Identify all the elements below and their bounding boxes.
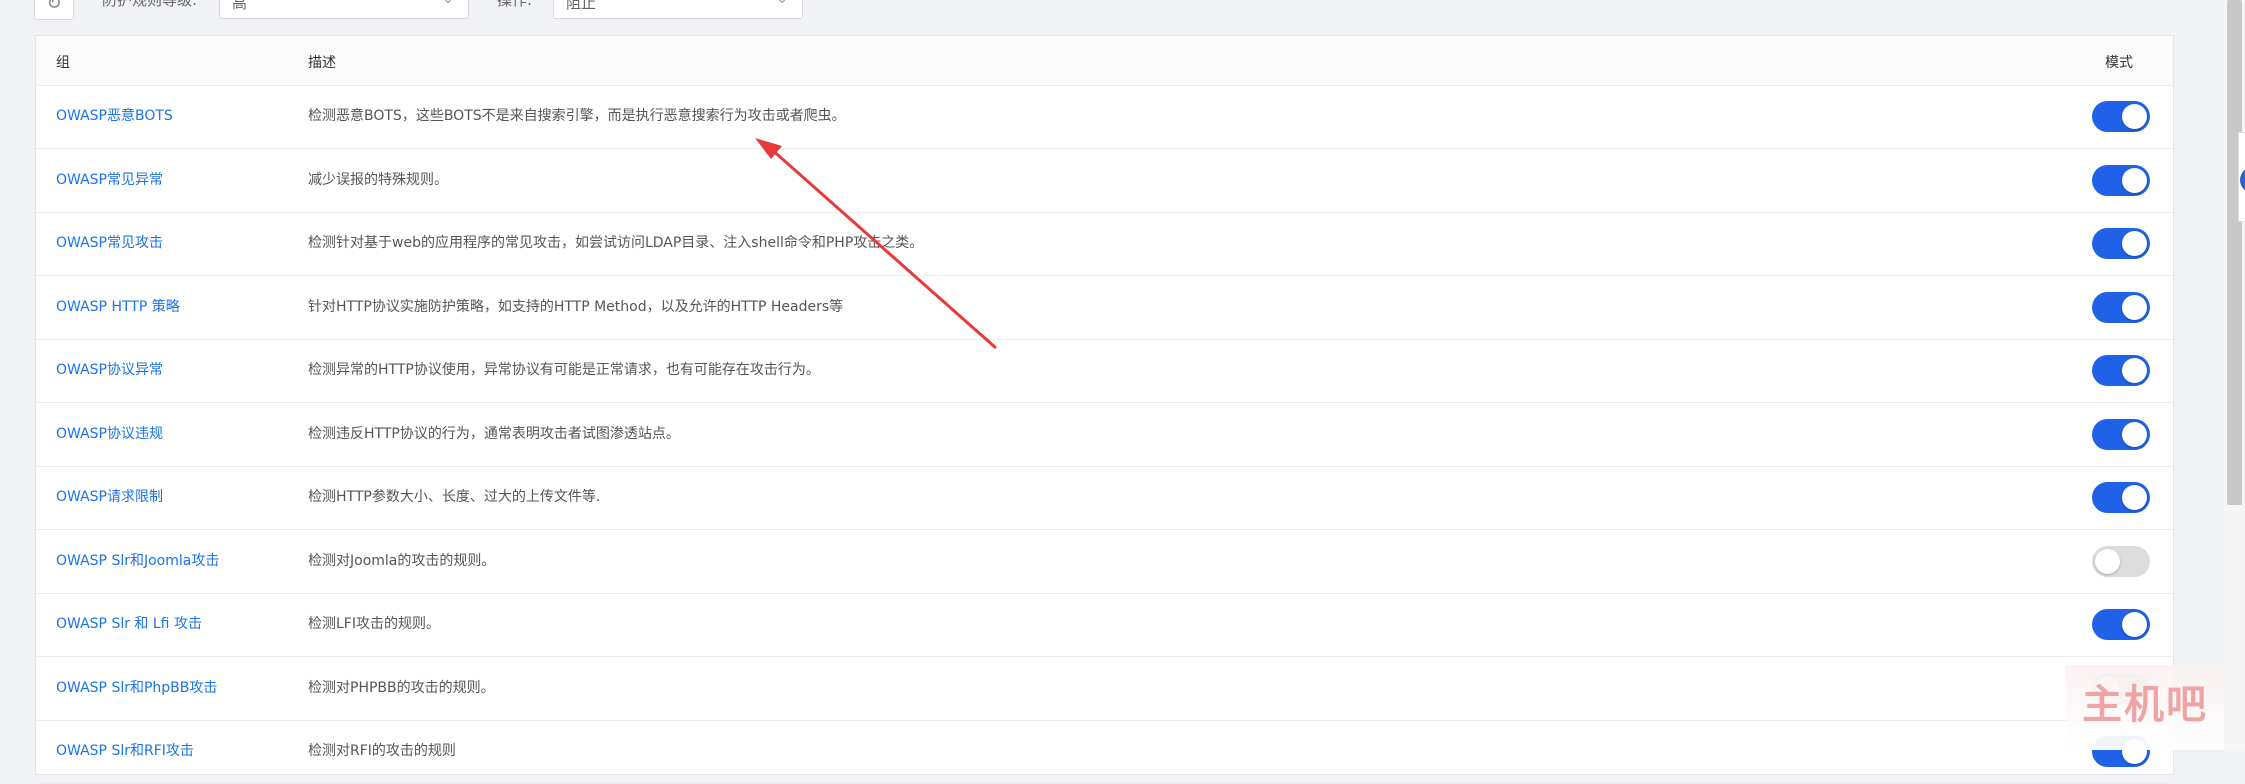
- floating-side-tab[interactable]: [2238, 132, 2245, 222]
- toggle-knob: [2122, 612, 2147, 637]
- mode-toggle[interactable]: [2092, 291, 2150, 323]
- rule-group-link[interactable]: OWASP协议异常: [56, 359, 163, 379]
- action-select-value: 阻止: [566, 0, 597, 12]
- table-row: OWASP Slr和Joomla攻击 检测对Joomla的攻击的规则。: [36, 530, 2173, 594]
- toggle-knob: [2122, 294, 2147, 320]
- rule-description: 检测对RFI的攻击的规则: [308, 743, 456, 759]
- toggle-knob: [2122, 104, 2147, 129]
- rule-group-link[interactable]: OWASP请求限制: [56, 486, 163, 506]
- scrollbar-thumb[interactable]: [2227, 0, 2242, 505]
- action-select[interactable]: 阻止 ⌄: [553, 0, 803, 19]
- level-label: 防护规则等级:: [102, 0, 198, 9]
- table-header: 组 描述 模式: [36, 36, 2173, 86]
- table-row: OWASP HTTP 策略 针对HTTP协议实施防护策略，如支持的HTTP Met…: [36, 276, 2173, 340]
- table-row: OWASP协议异常 检测异常的HTTP协议使用，异常协议有可能是正常请求，也有可能…: [36, 339, 2173, 403]
- rule-group-link[interactable]: OWASP协议违规: [56, 423, 163, 443]
- level-select[interactable]: 高 ⌄: [219, 0, 469, 19]
- toggle-knob: [2122, 167, 2147, 193]
- mode-toggle[interactable]: [2092, 355, 2150, 386]
- refresh-button[interactable]: ↻: [34, 0, 74, 20]
- toggle-knob: [2095, 548, 2120, 574]
- table-row: OWASP请求限制 检测HTTP参数大小、长度、过大的上传文件等.: [36, 466, 2173, 530]
- rule-description: 检测违反HTTP协议的行为，通常表明攻击者试图渗透站点。: [308, 425, 680, 442]
- chevron-down-icon: ⌄: [442, 0, 454, 13]
- toggle-knob: [2122, 231, 2147, 256]
- table-row: OWASP Slr和PhpBB攻击 检测对PHPBB的攻击的规则。: [36, 657, 2173, 721]
- action-label: 操作:: [497, 0, 533, 9]
- toggle-knob: [2122, 421, 2147, 447]
- toolbar: ↻ 防护规则等级: 高 ⌄ 操作: 阻止 ⌄: [0, 0, 2190, 22]
- watermark-logo: 主机吧: [2066, 665, 2224, 750]
- rule-description: 针对HTTP协议实施防护策略，如支持的HTTP Method，以及允许的HTTP…: [308, 298, 844, 315]
- rules-table: 组 描述 模式 OWASP恶意BOTS 检测恶意BOTS，这些BOTS不是来自搜索…: [35, 35, 2174, 784]
- rule-group-link[interactable]: OWASP Slr和Joomla攻击: [56, 550, 219, 570]
- rule-group-link[interactable]: OWASP Slr和PhpBB攻击: [56, 677, 217, 697]
- table-row: OWASP恶意BOTS 检测恶意BOTS，这些BOTS不是来自搜索引擎，而是执行恶…: [36, 85, 2173, 149]
- rule-description: 检测恶意BOTS，这些BOTS不是来自搜索引擎，而是执行恶意搜索行为攻击或者爬虫…: [308, 108, 846, 124]
- rule-description: 检测HTTP参数大小、长度、过大的上传文件等.: [308, 489, 601, 505]
- header-mode: 模式: [2105, 55, 2133, 71]
- toggle-knob: [2122, 485, 2147, 510]
- rule-group-link[interactable]: OWASP Slr和RFI攻击: [56, 740, 194, 760]
- table-row: OWASP Slr和RFI攻击 检测对RFI的攻击的规则: [36, 720, 2173, 784]
- rule-description: 检测对PHPBB的攻击的规则。: [308, 679, 495, 696]
- mode-toggle[interactable]: [2092, 164, 2150, 196]
- rule-description: 检测对Joomla的攻击的规则。: [308, 552, 496, 569]
- mode-toggle[interactable]: [2092, 228, 2150, 259]
- header-desc: 描述: [308, 55, 336, 71]
- rule-description: 检测LFI攻击的规则。: [308, 616, 440, 632]
- mode-toggle[interactable]: [2092, 418, 2150, 450]
- rule-group-link[interactable]: OWASP HTTP 策略: [56, 296, 180, 316]
- table-row: OWASP常见异常 减少误报的特殊规则。: [36, 149, 2173, 213]
- table-row: OWASP协议违规 检测违反HTTP协议的行为，通常表明攻击者试图渗透站点。: [36, 403, 2173, 467]
- mode-toggle[interactable]: [2092, 545, 2150, 577]
- header-group: 组: [56, 55, 70, 71]
- mode-toggle[interactable]: [2092, 101, 2150, 132]
- rule-group-link[interactable]: OWASP恶意BOTS: [56, 105, 173, 125]
- toggle-knob: [2122, 358, 2147, 383]
- rule-description: 减少误报的特殊规则。: [308, 171, 448, 188]
- table-row: OWASP常见攻击 检测针对基于web的应用程序的常见攻击，如尝试访问LDAP目录…: [36, 212, 2173, 276]
- rule-description: 检测针对基于web的应用程序的常见攻击，如尝试访问LDAP目录、注入shell命…: [308, 235, 924, 251]
- level-select-value: 高: [232, 0, 248, 12]
- chevron-down-icon: ⌄: [776, 0, 788, 13]
- mode-toggle[interactable]: [2092, 609, 2150, 640]
- table-row: OWASP Slr 和 Lfi 攻击 检测LFI攻击的规则。: [36, 593, 2173, 657]
- rule-group-link[interactable]: OWASP Slr 和 Lfi 攻击: [56, 613, 202, 633]
- rule-group-link[interactable]: OWASP常见异常: [56, 169, 163, 189]
- refresh-icon: ↻: [46, 0, 62, 14]
- mode-toggle[interactable]: [2092, 482, 2150, 513]
- rule-group-link[interactable]: OWASP常见攻击: [56, 232, 163, 252]
- rule-description: 检测异常的HTTP协议使用，异常协议有可能是正常请求，也有可能存在攻击行为。: [308, 362, 820, 378]
